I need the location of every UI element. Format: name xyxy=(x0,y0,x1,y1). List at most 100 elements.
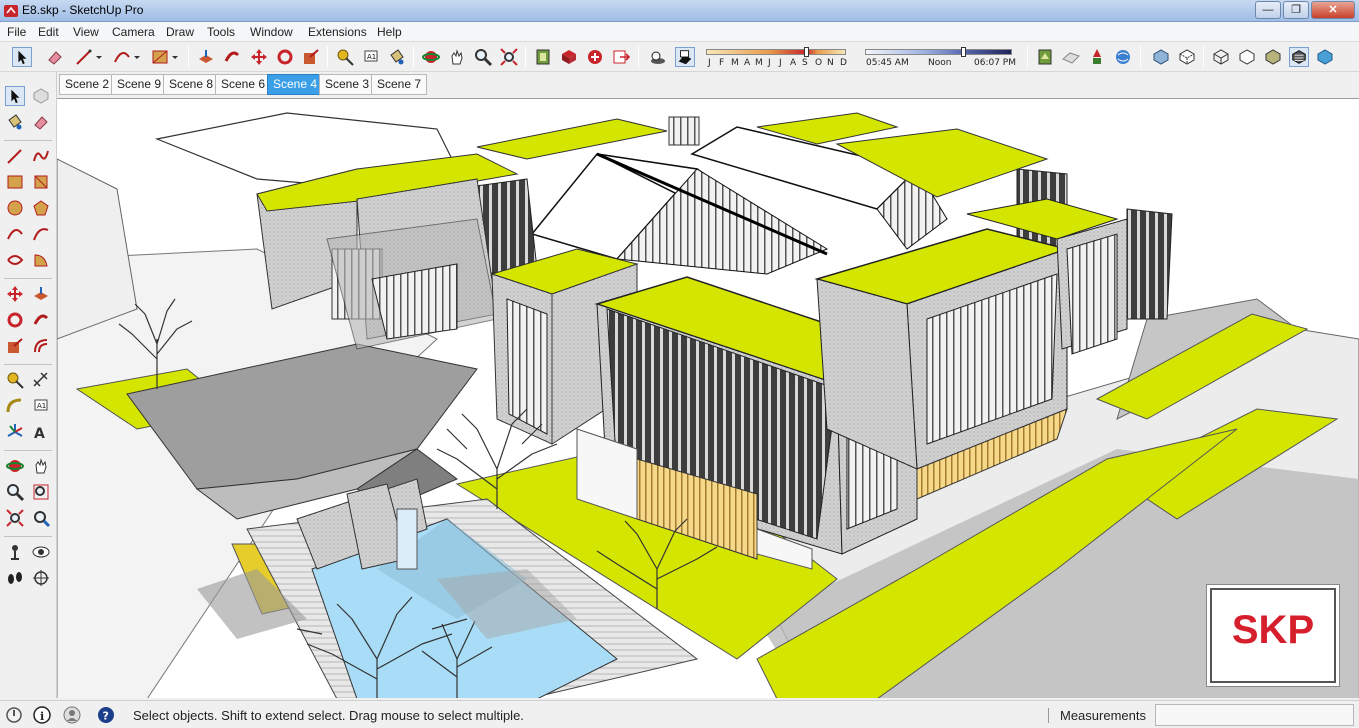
zoom-extents-icon[interactable] xyxy=(499,47,519,67)
hidden-line-style-icon[interactable] xyxy=(1237,47,1257,67)
menu-extensions[interactable]: Extensions xyxy=(308,25,367,39)
3d-text-icon[interactable]: A xyxy=(31,422,51,442)
offset-tool-icon[interactable] xyxy=(31,336,51,356)
follow-me-icon[interactable] xyxy=(31,310,51,330)
extension-warehouse-icon[interactable] xyxy=(585,47,605,67)
shaded-style-icon[interactable] xyxy=(1263,47,1283,67)
help-question-icon[interactable]: ? xyxy=(96,705,116,725)
wireframe-style-icon[interactable] xyxy=(1211,47,1231,67)
line-dropdown-icon[interactable] xyxy=(93,47,105,67)
shadow-settings-icon[interactable] xyxy=(647,47,667,67)
add-location-icon[interactable] xyxy=(1087,47,1107,67)
xray-style-icon[interactable] xyxy=(1151,47,1171,67)
rotate-tool-icon[interactable] xyxy=(5,310,25,330)
pan-tool-icon[interactable] xyxy=(31,456,51,476)
arc-dropdown-icon[interactable] xyxy=(131,47,143,67)
tab-scene-4[interactable]: Scene 4 xyxy=(267,74,324,95)
geo-location-icon[interactable] xyxy=(1113,47,1133,67)
line-tool-icon[interactable] xyxy=(5,146,25,166)
axes-tool-icon[interactable] xyxy=(5,422,25,442)
rotate-tool-icon[interactable] xyxy=(275,47,295,67)
minimize-button[interactable]: — xyxy=(1255,1,1281,19)
shaded-textures-style-icon[interactable] xyxy=(1289,47,1309,67)
two-point-arc-icon[interactable] xyxy=(31,224,51,244)
model-viewport[interactable]: SKP xyxy=(57,98,1359,698)
arc-tool-icon[interactable] xyxy=(112,47,132,67)
monochrome-style-icon[interactable] xyxy=(1315,47,1335,67)
menu-edit[interactable]: Edit xyxy=(38,25,59,39)
measurements-input[interactable] xyxy=(1155,704,1354,726)
close-button[interactable]: ✕ xyxy=(1311,1,1355,19)
paint-bucket-icon[interactable] xyxy=(387,47,407,67)
menu-help[interactable]: Help xyxy=(377,25,402,39)
month-slider[interactable] xyxy=(706,47,846,57)
eraser-tool-icon[interactable] xyxy=(31,112,51,132)
walk-tool-icon[interactable] xyxy=(5,568,25,588)
time-slider-thumb[interactable] xyxy=(961,47,966,57)
select-tool-icon[interactable] xyxy=(12,47,32,67)
shape-dropdown-icon[interactable] xyxy=(169,47,181,67)
tape-measure-icon[interactable] xyxy=(5,370,25,390)
text-tool-icon[interactable]: A1 xyxy=(31,396,51,416)
position-camera-icon[interactable] xyxy=(5,542,25,562)
tab-scene-2[interactable]: Scene 2 xyxy=(59,74,116,95)
tab-scene-6[interactable]: Scene 6 xyxy=(215,74,272,95)
geo-location-status-icon[interactable] xyxy=(4,705,24,725)
arc-tool-icon[interactable] xyxy=(5,224,25,244)
sandbox-icon[interactable] xyxy=(1061,47,1081,67)
move-tool-icon[interactable] xyxy=(249,47,269,67)
three-point-arc-icon[interactable] xyxy=(5,250,25,270)
scale-tool-icon[interactable] xyxy=(301,47,321,67)
circle-tool-icon[interactable] xyxy=(5,198,25,218)
make-component-icon[interactable] xyxy=(31,86,51,106)
warehouse-icon[interactable] xyxy=(533,47,553,67)
freehand-tool-icon[interactable] xyxy=(31,146,51,166)
push-pull-icon[interactable] xyxy=(196,47,216,67)
time-slider[interactable] xyxy=(865,47,1012,57)
orbit-tool-icon[interactable] xyxy=(421,47,441,67)
back-edges-icon[interactable] xyxy=(1177,47,1197,67)
move-tool-icon[interactable] xyxy=(5,284,25,304)
polygon-tool-icon[interactable] xyxy=(31,198,51,218)
follow-me-icon[interactable] xyxy=(222,47,242,67)
scale-tool-icon[interactable] xyxy=(5,336,25,356)
previous-view-icon[interactable] xyxy=(31,508,51,528)
paint-bucket-icon[interactable] xyxy=(5,112,25,132)
rectangle-tool-icon[interactable] xyxy=(5,172,25,192)
line-tool-icon[interactable] xyxy=(74,47,94,67)
display-shadows-icon[interactable] xyxy=(675,47,695,67)
maximize-button[interactable]: ❐ xyxy=(1283,1,1309,19)
pan-tool-icon[interactable] xyxy=(447,47,467,67)
zoom-tool-icon[interactable] xyxy=(5,482,25,502)
tab-scene-8[interactable]: Scene 8 xyxy=(163,74,220,95)
look-around-icon[interactable] xyxy=(31,542,51,562)
orbit-tool-icon[interactable] xyxy=(5,456,25,476)
zoom-window-icon[interactable] xyxy=(31,482,51,502)
tab-scene-3[interactable]: Scene 3 xyxy=(319,74,376,95)
tab-scene-7[interactable]: Scene 7 xyxy=(371,74,428,95)
dimension-tool-icon[interactable]: A1 xyxy=(361,47,381,67)
menu-window[interactable]: Window xyxy=(250,25,293,39)
select-tool-icon[interactable] xyxy=(5,86,25,106)
menu-file[interactable]: File xyxy=(7,25,26,39)
pie-tool-icon[interactable] xyxy=(31,250,51,270)
menu-view[interactable]: View xyxy=(73,25,99,39)
menu-camera[interactable]: Camera xyxy=(112,25,155,39)
push-pull-icon[interactable] xyxy=(31,284,51,304)
rectangle-tool-icon[interactable] xyxy=(150,47,170,67)
rotated-rectangle-icon[interactable] xyxy=(31,172,51,192)
tape-measure-icon[interactable] xyxy=(335,47,355,67)
dimension-tool-icon[interactable] xyxy=(31,370,51,390)
tab-scene-9[interactable]: Scene 9 xyxy=(111,74,168,95)
menu-tools[interactable]: Tools xyxy=(207,25,235,39)
menu-draw[interactable]: Draw xyxy=(166,25,194,39)
month-slider-thumb[interactable] xyxy=(804,47,809,57)
zoom-extents-icon[interactable] xyxy=(5,508,25,528)
credits-info-icon[interactable]: i xyxy=(32,705,52,725)
styles-warehouse-icon[interactable] xyxy=(1035,47,1055,67)
share-model-icon[interactable] xyxy=(559,47,579,67)
zoom-tool-icon[interactable] xyxy=(473,47,493,67)
layout-send-icon[interactable] xyxy=(611,47,631,67)
eraser-tool-icon[interactable] xyxy=(45,47,65,67)
user-account-icon[interactable] xyxy=(62,705,82,725)
